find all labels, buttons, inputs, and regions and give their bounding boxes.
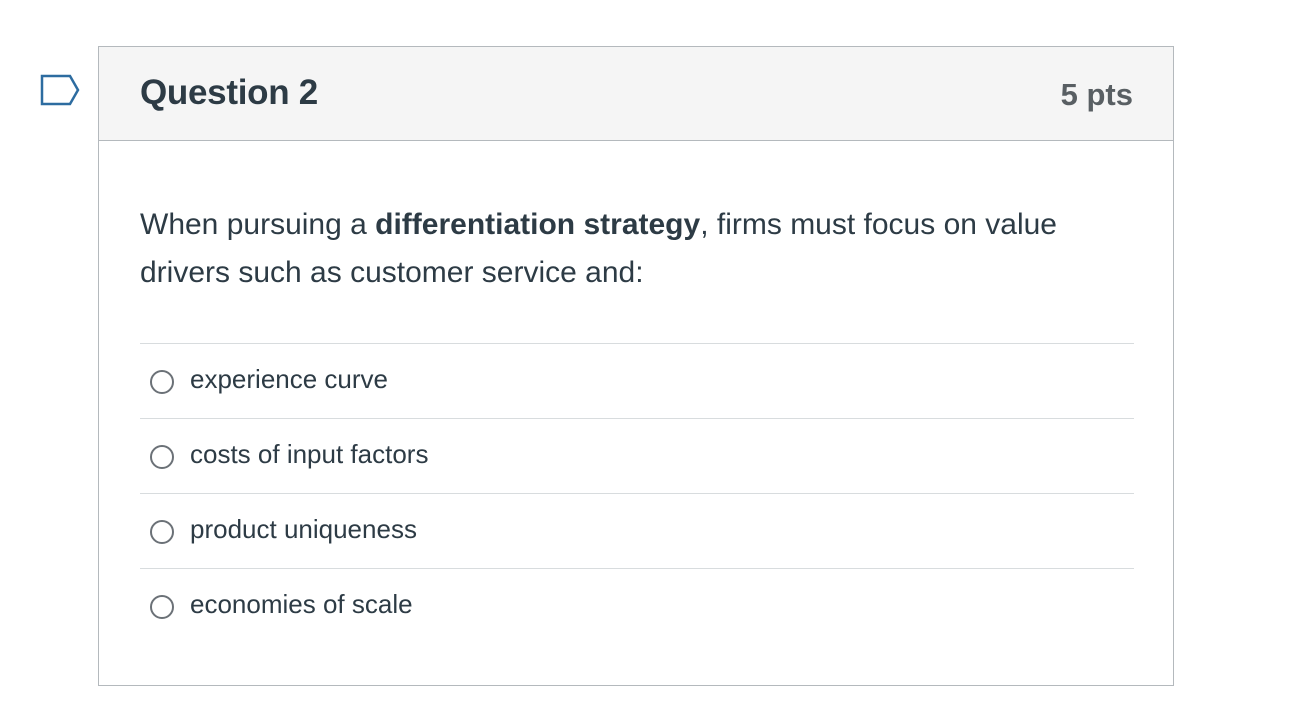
question-text-emphasis: differentiation strategy [375, 208, 701, 241]
radio-button[interactable] [150, 370, 174, 394]
question-text: When pursuing a differentiation strategy… [140, 201, 1130, 297]
answer-option[interactable]: economies of scale [140, 568, 1134, 643]
answer-option[interactable]: costs of input factors [140, 418, 1134, 493]
question-header: Question 2 5 pts [99, 47, 1173, 141]
radio-button[interactable] [150, 445, 174, 469]
answer-option[interactable]: experience curve [140, 343, 1134, 418]
flag-question-icon[interactable] [40, 74, 80, 106]
question-points: 5 pts [1060, 77, 1133, 112]
answer-label: product uniqueness [190, 514, 417, 544]
question-card: Question 2 5 pts When pursuing a differe… [98, 46, 1174, 686]
question-title: Question 2 [140, 73, 318, 112]
question-text-start: When pursuing a [140, 208, 376, 241]
answer-label: experience curve [190, 364, 388, 394]
answer-list: experience curve costs of input factors … [140, 343, 1134, 643]
answer-label: economies of scale [190, 589, 413, 619]
answer-option[interactable]: product uniqueness [140, 493, 1134, 568]
radio-button[interactable] [150, 520, 174, 544]
radio-button[interactable] [150, 595, 174, 619]
answer-label: costs of input factors [190, 439, 429, 469]
